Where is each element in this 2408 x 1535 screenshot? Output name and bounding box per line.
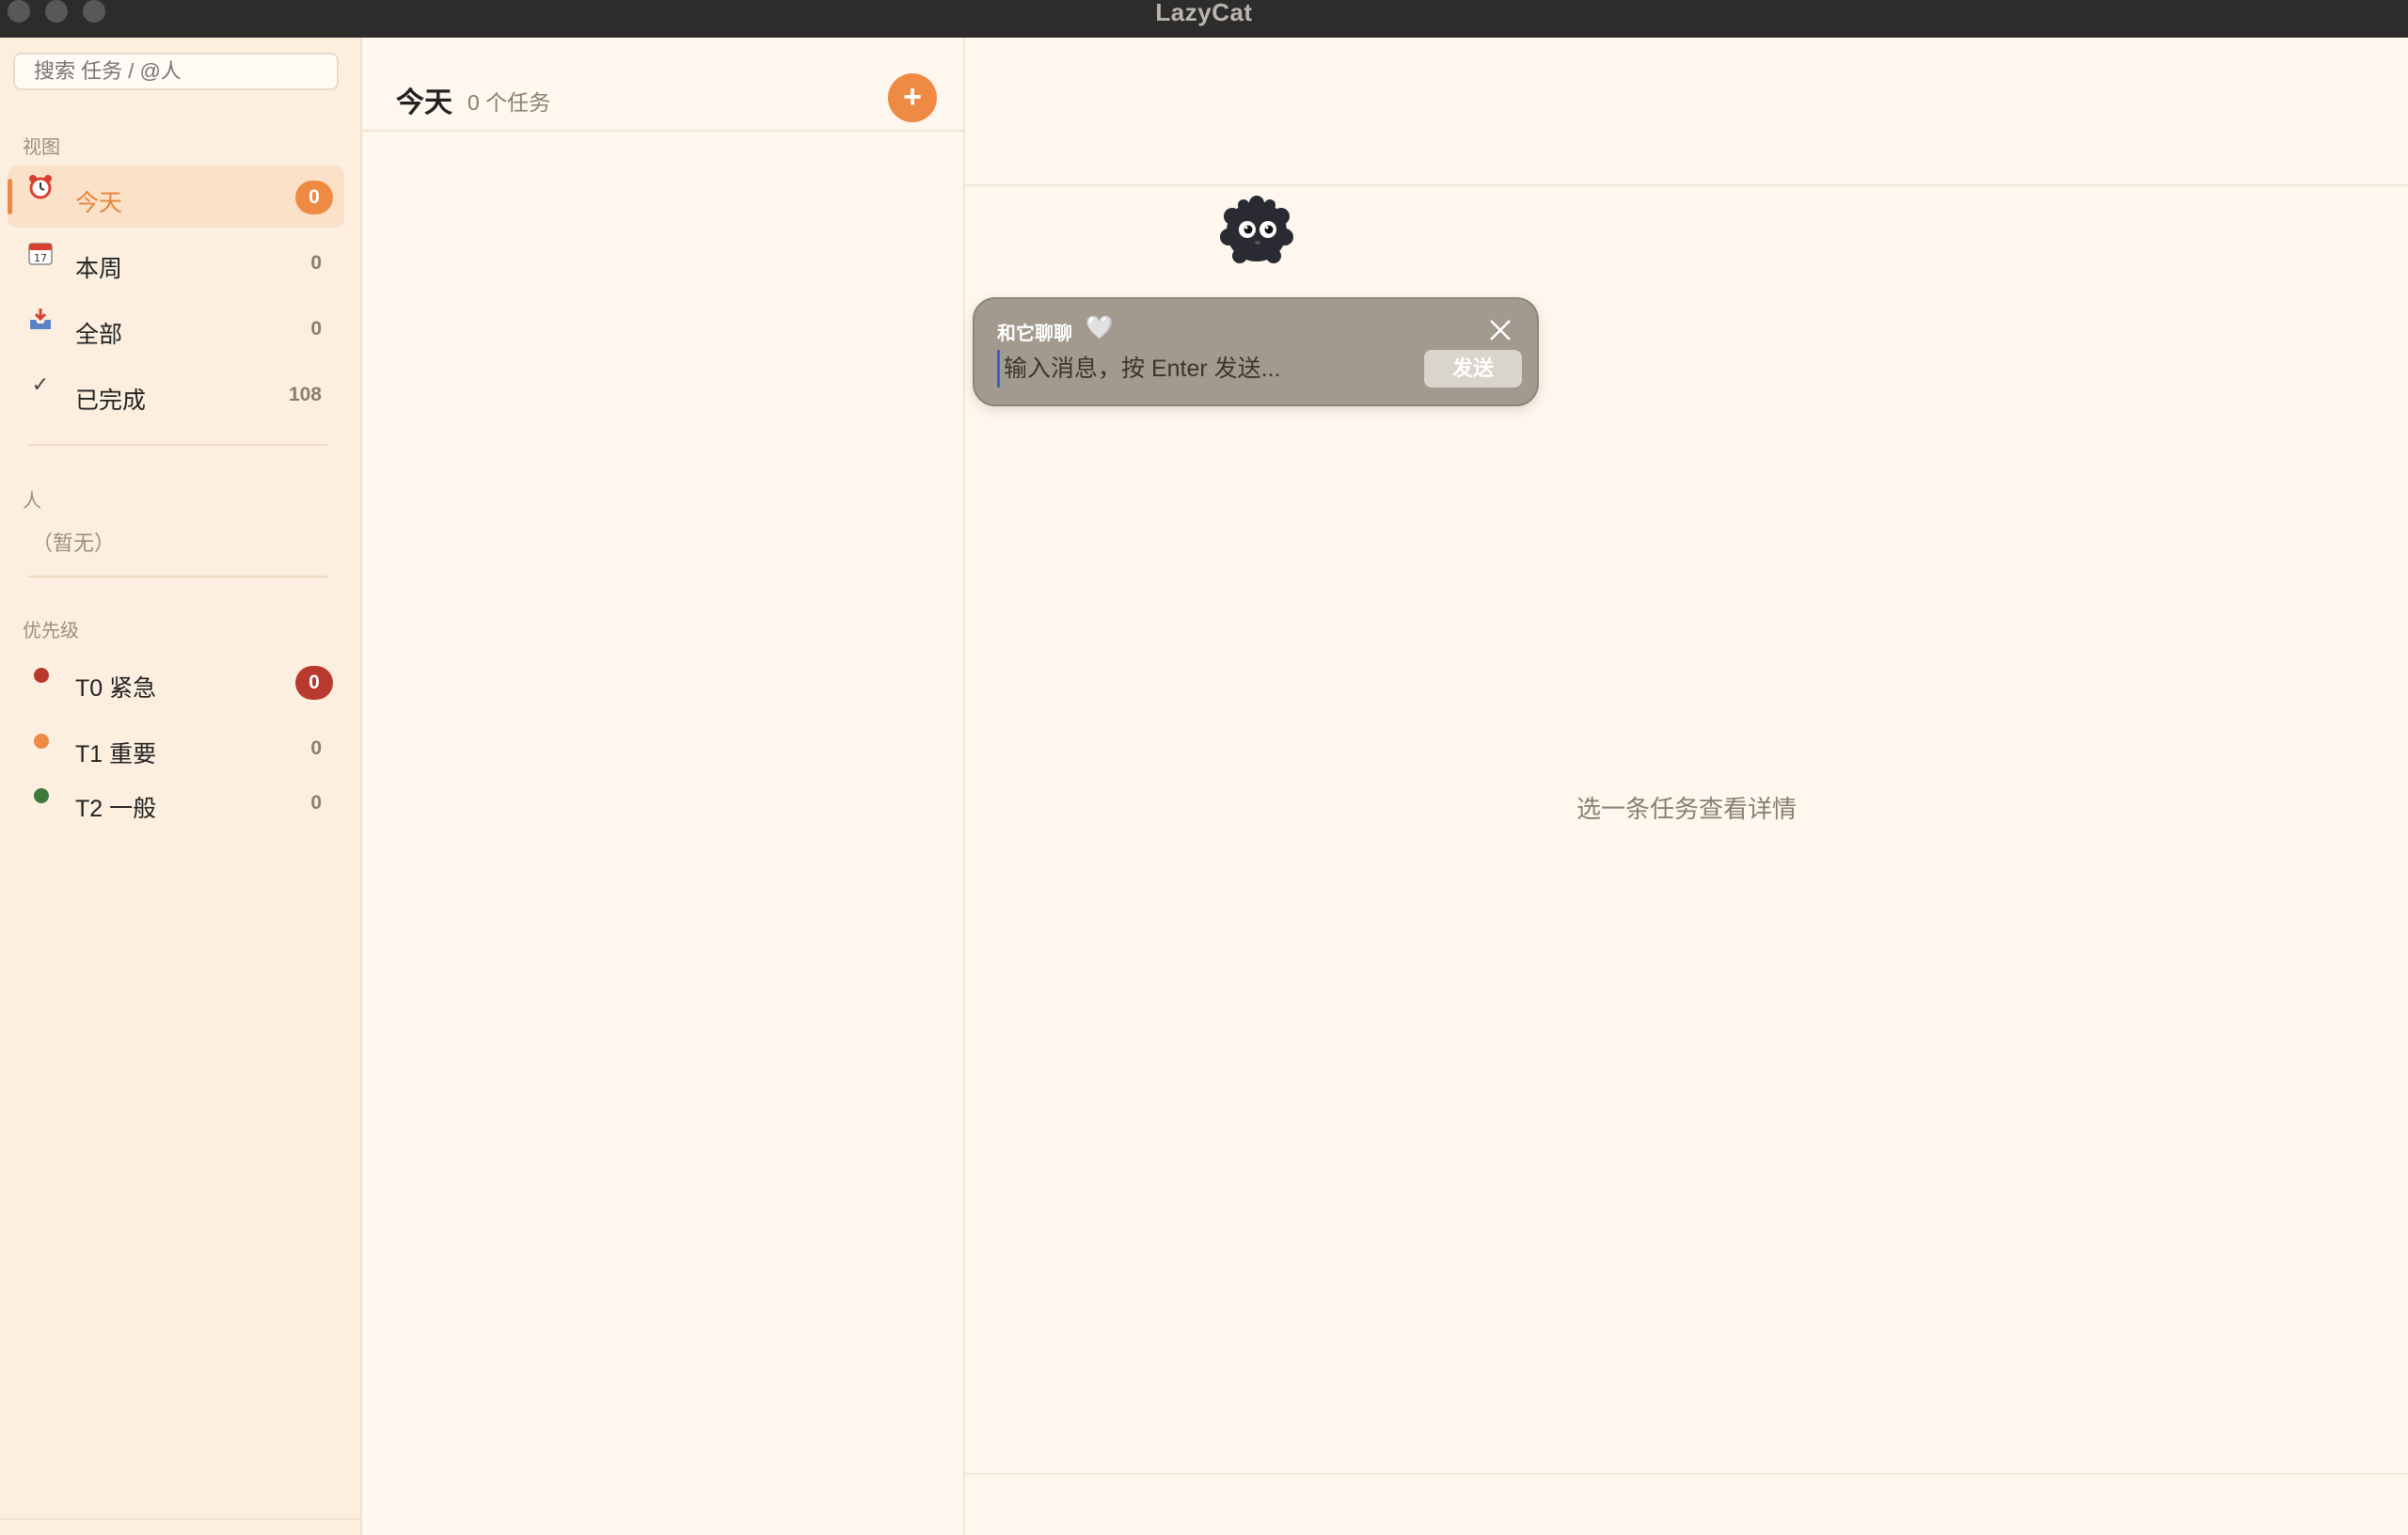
divider bbox=[28, 576, 327, 578]
task-list-header: 今天 0 个任务 + bbox=[362, 38, 963, 132]
item-count: 108 bbox=[288, 384, 322, 405]
sidebar-item-label: T1 重要 bbox=[75, 741, 157, 768]
sidebar-item-label: T2 一般 bbox=[75, 796, 157, 822]
svg-text:17: 17 bbox=[34, 252, 47, 264]
sidebar-item-completed[interactable]: ✓ 已完成 108 bbox=[8, 363, 344, 425]
empty-detail-message: 选一条任务查看详情 bbox=[1576, 795, 1797, 823]
sidebar-item-t0-urgent[interactable]: T0 紧急 0 bbox=[8, 651, 344, 713]
item-count: 0 bbox=[310, 252, 322, 274]
sidebar-item-label: 已完成 bbox=[75, 388, 147, 414]
close-icon[interactable] bbox=[1486, 316, 1514, 344]
divider bbox=[965, 1473, 2408, 1475]
task-detail-panel: 选一条任务查看详情 bbox=[965, 38, 2408, 1535]
sidebar-item-label: 全部 bbox=[75, 322, 123, 348]
count-badge: 0 bbox=[295, 666, 333, 700]
heart-icon: 🤍 bbox=[1085, 315, 1114, 340]
sidebar-item-t2-normal[interactable]: T2 一般 0 bbox=[8, 771, 344, 833]
count-badge: 0 bbox=[295, 181, 333, 214]
alarm-clock-icon bbox=[26, 173, 55, 201]
sidebar-item-label: 本周 bbox=[75, 256, 123, 282]
search-input[interactable] bbox=[13, 53, 339, 90]
people-empty-text: （暂无） bbox=[32, 531, 116, 555]
task-count: 0 个任务 bbox=[467, 90, 551, 115]
send-button[interactable]: 发送 bbox=[1424, 350, 1522, 388]
priority-section-label: 优先级 bbox=[23, 621, 79, 641]
priority-dot-green bbox=[34, 788, 49, 803]
chat-title: 和它聊聊 bbox=[997, 324, 1072, 344]
window-titlebar: LazyCat bbox=[0, 0, 2408, 39]
priority-dot-red bbox=[34, 668, 49, 683]
soot-sprite-mascot[interactable] bbox=[1215, 196, 1298, 267]
window-title: LazyCat bbox=[1155, 0, 1253, 26]
item-count: 0 bbox=[310, 737, 322, 759]
active-indicator bbox=[8, 179, 12, 214]
people-section-label: 人 bbox=[23, 491, 41, 512]
item-count: 0 bbox=[310, 318, 322, 340]
calendar-icon: 17 bbox=[26, 239, 55, 267]
chat-message-input[interactable] bbox=[997, 350, 1421, 388]
sidebar-item-t1-important[interactable]: T1 重要 0 bbox=[8, 717, 344, 779]
sidebar-item-label: 今天 bbox=[75, 190, 123, 216]
priority-dot-orange bbox=[34, 734, 49, 749]
views-section-label: 视图 bbox=[23, 137, 60, 158]
sidebar-item-label: T0 紧急 bbox=[75, 675, 157, 702]
sidebar-footer bbox=[0, 1518, 360, 1535]
sidebar-item-this-week[interactable]: 17 本周 0 bbox=[8, 231, 344, 293]
chat-popup: 和它聊聊 🤍 发送 bbox=[973, 297, 1539, 406]
item-count: 0 bbox=[310, 792, 322, 814]
sidebar-item-today[interactable]: 今天 0 bbox=[8, 166, 344, 228]
divider bbox=[965, 184, 2408, 186]
sidebar: 视图 今天 0 17 本周 0 bbox=[0, 38, 362, 1535]
sidebar-item-all[interactable]: 全部 0 bbox=[8, 297, 344, 359]
divider bbox=[28, 444, 327, 446]
add-task-button[interactable]: + bbox=[888, 73, 937, 122]
inbox-tray-icon bbox=[26, 305, 55, 333]
list-title: 今天 bbox=[396, 87, 452, 119]
checkmark-icon: ✓ bbox=[31, 372, 50, 396]
task-list-panel: 今天 0 个任务 + bbox=[362, 38, 965, 1535]
